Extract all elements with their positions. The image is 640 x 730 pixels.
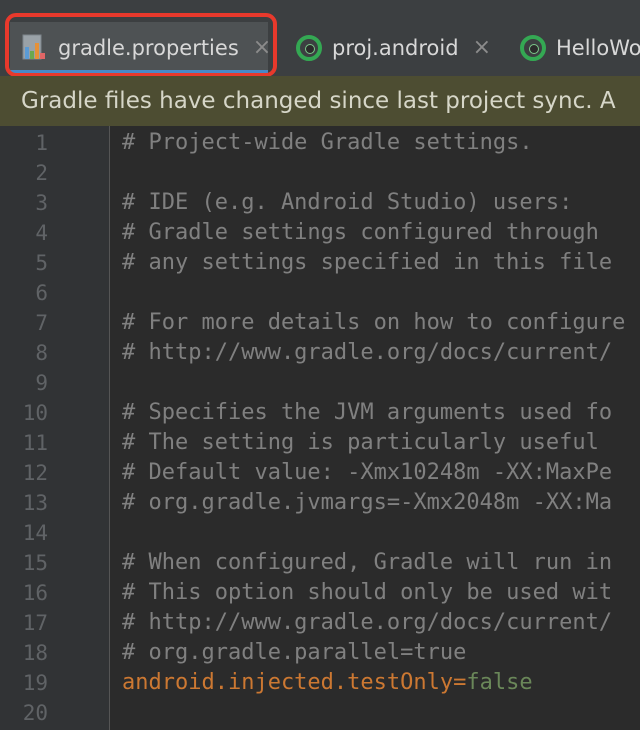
close-tab-icon[interactable]: × (473, 37, 491, 59)
highlight-annotation-box (5, 13, 277, 77)
line-number: 19 (22, 671, 48, 695)
code-line: # Gradle settings configured through (122, 220, 599, 245)
tab-proj-android[interactable]: proj.android × (294, 22, 491, 74)
line-number: 18 (22, 641, 48, 665)
code-line: # When configured, Gradle will run in (122, 550, 613, 575)
code-line: # Specifies the JVM arguments used fo (122, 400, 613, 425)
code-line: # For more details on how to configure (122, 310, 626, 335)
tab-label: proj.android (332, 36, 459, 60)
code-line: # org.gradle.parallel=true (122, 640, 467, 665)
code-line: # any settings specified in this file (122, 250, 613, 275)
code-line: # http://www.gradle.org/docs/current/ (122, 610, 613, 635)
line-number: 11 (22, 431, 48, 455)
code-line: # Default value: -Xmx10248m -XX:MaxPe (122, 460, 613, 485)
line-number: 13 (22, 491, 48, 515)
tab-hellowo[interactable]: HelloWo (518, 22, 640, 74)
property-value: false (466, 670, 533, 695)
line-number: 4 (35, 221, 48, 245)
code-line: # Project-wide Gradle settings. (122, 130, 533, 155)
code-line: # This option should only be used wit (122, 580, 613, 605)
property-line: android.injected.testOnly=false (122, 668, 533, 698)
line-number: 16 (22, 581, 48, 605)
line-number: 9 (35, 371, 48, 395)
code-line: # The setting is particularly useful (122, 430, 599, 455)
line-number-gutter: 1 2 3 4 5 6 7 8 9 10 11 12 13 14 15 16 17 18 19 20 (0, 126, 110, 730)
line-number: 14 (22, 521, 48, 545)
line-number: 1 (35, 131, 48, 155)
line-number: 15 (22, 551, 48, 575)
property-equals: = (453, 670, 467, 695)
code-editor[interactable]: # Project-wide Gradle settings. # IDE (e.… (110, 126, 640, 730)
line-number: 8 (35, 341, 48, 365)
code-line: # http://www.gradle.org/docs/current/ (122, 340, 613, 365)
android-module-icon (520, 35, 546, 61)
line-number: 2 (35, 161, 48, 185)
line-number: 12 (22, 461, 48, 485)
code-line: # IDE (e.g. Android Studio) users: (122, 190, 573, 215)
line-number: 5 (35, 251, 48, 275)
line-number: 10 (22, 401, 48, 425)
gradle-sync-notification[interactable]: Gradle files have changed since last pro… (0, 76, 640, 126)
line-number: 17 (22, 611, 48, 635)
line-number: 6 (35, 281, 48, 305)
line-number: 7 (35, 311, 48, 335)
editor-tab-bar: gradle.properties × proj.android × Hello… (0, 0, 640, 77)
code-line: # org.gradle.jvmargs=-Xmx2048m -XX:Ma (122, 490, 613, 515)
line-number: 20 (22, 701, 48, 725)
tab-label: HelloWo (556, 36, 640, 60)
android-module-icon (296, 35, 322, 61)
property-key: android.injected.testOnly (122, 670, 454, 695)
line-number: 3 (35, 191, 48, 215)
